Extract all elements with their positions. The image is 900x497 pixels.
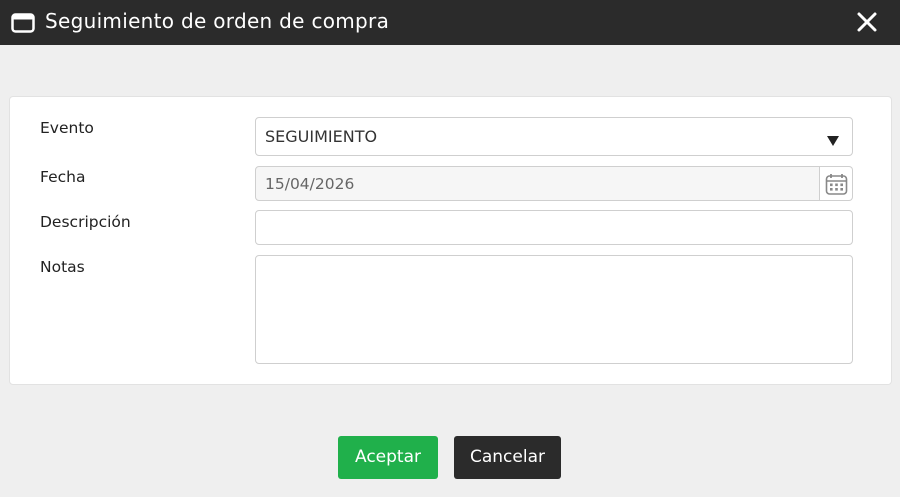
- caret-down-icon: [827, 133, 839, 146]
- dialog-title: Seguimiento de orden de compra: [45, 9, 390, 33]
- evento-select[interactable]: SEGUIMIENTO: [255, 117, 853, 156]
- calendar-button[interactable]: [820, 166, 853, 201]
- cancel-button[interactable]: Cancelar: [454, 436, 561, 479]
- calendar-icon: [825, 174, 848, 195]
- evento-label: Evento: [40, 119, 94, 137]
- notas-textarea[interactable]: [255, 255, 853, 364]
- purchase-order-tracking-dialog: Seguimiento de orden de compra Evento SE…: [0, 0, 900, 497]
- descripcion-label: Descripción: [40, 213, 131, 231]
- window-icon: [11, 13, 35, 33]
- descripcion-input[interactable]: [255, 210, 853, 245]
- accept-button[interactable]: Aceptar: [338, 436, 438, 479]
- evento-selected-value: SEGUIMIENTO: [265, 127, 378, 146]
- close-icon[interactable]: [856, 11, 878, 33]
- fecha-input[interactable]: 15/04/2026: [255, 166, 820, 201]
- dialog-titlebar: Seguimiento de orden de compra: [0, 0, 900, 45]
- fecha-value: 15/04/2026: [265, 175, 355, 193]
- form-panel: Evento SEGUIMIENTO Fecha 15/04/2026 Desc…: [9, 96, 892, 385]
- notas-label: Notas: [40, 258, 85, 276]
- fecha-label: Fecha: [40, 168, 86, 186]
